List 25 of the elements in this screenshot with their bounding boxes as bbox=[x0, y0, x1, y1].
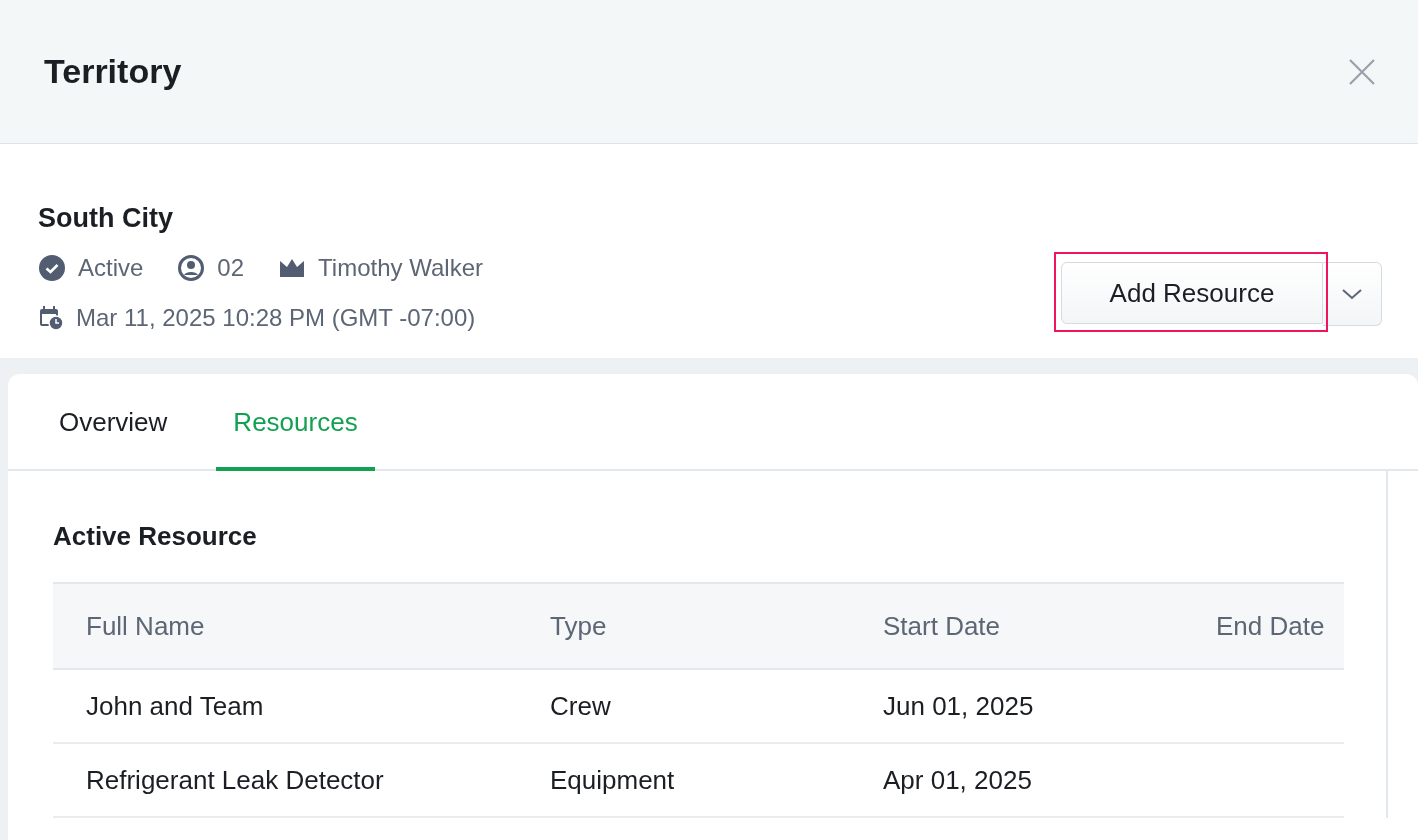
chevron-down-icon bbox=[1341, 287, 1363, 301]
add-resource-button[interactable]: Add Resource bbox=[1061, 262, 1323, 324]
column-header: Type bbox=[550, 610, 607, 641]
section-title: Active Resource bbox=[53, 521, 258, 552]
created-date: Mar 11, 2025 10:28 PM (GMT -07:00) bbox=[76, 304, 476, 332]
crown-icon bbox=[278, 257, 307, 279]
table-cell: John and Team bbox=[86, 690, 264, 721]
resource-count: 02 bbox=[217, 254, 245, 282]
column-header: End Date bbox=[1216, 610, 1325, 641]
window-title: Territory bbox=[44, 52, 182, 91]
column-header: Start Date bbox=[883, 610, 1001, 641]
calendar-clock-icon bbox=[38, 305, 64, 331]
owner-name: Timothy Walker bbox=[318, 254, 483, 282]
table-cell: Apr 01, 2025 bbox=[883, 764, 1032, 795]
dropdown-button[interactable] bbox=[1323, 262, 1382, 326]
territory-name: South City bbox=[38, 203, 174, 234]
column-header: Full Name bbox=[86, 610, 205, 641]
check-circle-icon bbox=[38, 254, 66, 282]
table-cell: Crew bbox=[550, 690, 611, 721]
table-cell: Equipment bbox=[550, 764, 675, 795]
user-circle-icon bbox=[177, 254, 206, 282]
tab[interactable]: Overview bbox=[42, 374, 185, 471]
table-cell: Refrigerant Leak Detector bbox=[86, 764, 384, 795]
table-cell: Jun 01, 2025 bbox=[883, 690, 1034, 721]
status-text: Active bbox=[78, 254, 144, 282]
